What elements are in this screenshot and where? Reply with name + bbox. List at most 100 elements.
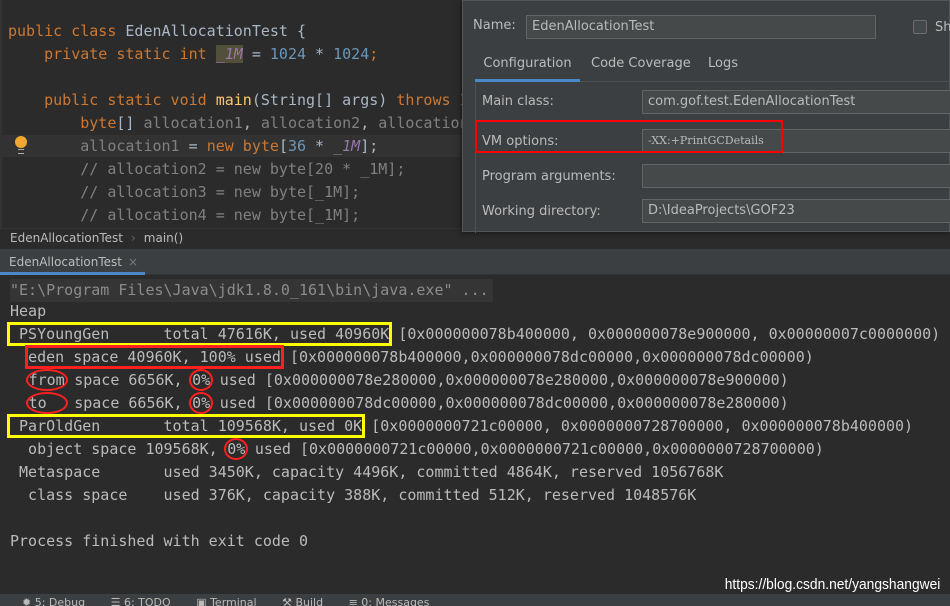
console-text: used [0x000000078dc00000,0x000000078dc00… bbox=[210, 394, 789, 412]
code-token: // allocation2 = new byte[20 * _1M]; bbox=[8, 160, 406, 178]
code-token: * bbox=[306, 45, 334, 63]
console-line: eden space 40960K, 100% used [0x00000007… bbox=[10, 345, 814, 369]
tab-code-coverage[interactable]: Code Coverage bbox=[591, 49, 691, 82]
console-line: ParOldGen total 109568K, used 0K [0x0000… bbox=[6, 414, 913, 438]
run-tab-label: EdenAllocationTest bbox=[9, 255, 122, 269]
code-line: // allocation4 = new byte[_1M]; bbox=[8, 204, 360, 227]
code-line: // allocation3 = new byte[_1M]; bbox=[8, 181, 360, 204]
gutter bbox=[0, 0, 2, 228]
red-highlight-circle: from bbox=[25, 369, 68, 391]
yellow-highlight-box: ParOldGen total 109568K, used 0K bbox=[6, 414, 366, 438]
console-line: Process finished with exit code 0 bbox=[10, 530, 308, 553]
run-tab[interactable]: EdenAllocationTest × bbox=[0, 249, 145, 275]
terminal-tool-button[interactable]: ▣ Terminal bbox=[196, 596, 256, 606]
code-line: private static int _1M = 1024 * 1024; bbox=[8, 43, 378, 66]
name-input[interactable]: EdenAllocationTest bbox=[526, 15, 876, 39]
console-text: space 6656K, bbox=[65, 394, 192, 412]
main-class-label: Main class: bbox=[482, 94, 554, 109]
console-line: Metaspace used 3450K, capacity 4496K, co… bbox=[10, 461, 723, 484]
red-highlight-circle: to bbox=[25, 392, 68, 414]
console-line: to space 6656K, 0% used [0x000000078dc00… bbox=[10, 392, 789, 415]
code-token: = bbox=[242, 45, 270, 63]
code-token: // allocation4 = new byte[_1M]; bbox=[8, 206, 361, 224]
debug-tool-button[interactable]: ✹ 5: Debug bbox=[22, 596, 85, 606]
code-token: allocation1 bbox=[8, 137, 180, 155]
code-token: [ bbox=[278, 137, 288, 155]
console-text: [0x000000078b400000, 0x000000078e900000,… bbox=[389, 325, 941, 343]
breadcrumb-class[interactable]: EdenAllocationTest bbox=[10, 231, 123, 245]
code-token: private static int bbox=[8, 45, 216, 63]
build-tool-button[interactable]: ⚒ Build bbox=[282, 596, 323, 606]
run-configuration-dialog: Name: EdenAllocationTest Sha Configurati… bbox=[462, 0, 950, 233]
red-highlight-circle: 0% bbox=[189, 369, 214, 391]
red-highlight-circle: 0% bbox=[189, 392, 214, 414]
code-token: new byte bbox=[206, 137, 279, 155]
code-token: throws I bbox=[396, 91, 469, 109]
code-line: byte[] allocation1, allocation2, allocat… bbox=[8, 112, 469, 135]
console-command-line: "E:\Program Files\Java\jdk1.8.0_161\bin\… bbox=[10, 279, 493, 302]
close-icon[interactable]: × bbox=[128, 255, 138, 269]
console-text: Metaspace used 3450K, capacity 4496K, co… bbox=[10, 463, 724, 481]
console-text: used [0x000000078e280000,0x000000078e280… bbox=[210, 371, 789, 389]
code-token: _1M bbox=[333, 137, 361, 155]
program-arguments-input[interactable] bbox=[642, 164, 950, 188]
share-checkbox[interactable] bbox=[913, 20, 927, 34]
vm-options-highlight-box bbox=[475, 120, 783, 153]
messages-tool-button[interactable]: ≡ 0: Messages bbox=[349, 596, 430, 606]
console-text: Process finished with exit code 0 bbox=[10, 532, 309, 550]
code-token: main bbox=[215, 91, 252, 109]
code-token: allocation1 bbox=[143, 114, 243, 132]
code-token: public class bbox=[8, 22, 126, 40]
code-token: ]; bbox=[360, 137, 379, 155]
code-token: , bbox=[242, 114, 261, 132]
code-token: (String[] args) bbox=[251, 91, 397, 109]
code-token: 1024 bbox=[269, 45, 307, 63]
console-line: Heap bbox=[10, 300, 46, 323]
code-token: 36 bbox=[287, 137, 307, 155]
console-line: PSYoungGen total 47616K, used 40960K [0x… bbox=[6, 322, 941, 346]
main-class-input[interactable]: com.gof.test.EdenAllocationTest bbox=[642, 90, 950, 114]
code-token: 1024 bbox=[333, 45, 370, 63]
bottom-toolbar: ✹ 5: Debug ☰ 6: TODO ▣ Terminal ⚒ Build … bbox=[0, 594, 950, 606]
console-line: class space used 376K, capacity 388K, co… bbox=[10, 484, 696, 507]
console-line: object space 109568K, 0% used [0x0000000… bbox=[10, 438, 824, 461]
code-token: allocation bbox=[378, 114, 469, 132]
working-directory-input[interactable]: D:\IdeaProjects\GOF23 bbox=[642, 199, 950, 223]
breadcrumb-method[interactable]: main() bbox=[144, 231, 183, 245]
console-line: from space 6656K, 0% used [0x000000078e2… bbox=[10, 369, 789, 392]
code-token: * bbox=[306, 137, 334, 155]
tab-configuration[interactable]: Configuration bbox=[475, 49, 580, 82]
todo-tool-button[interactable]: ☰ 6: TODO bbox=[111, 596, 171, 606]
tab-logs[interactable]: Logs bbox=[708, 49, 738, 82]
console-text: Heap bbox=[10, 302, 47, 320]
code-token: [] bbox=[116, 114, 144, 132]
console-output[interactable]: "E:\Program Files\Java\jdk1.8.0_161\bin\… bbox=[0, 276, 950, 590]
console-text: [0x000000078b400000,0x000000078dc00000,0… bbox=[280, 348, 814, 366]
yellow-highlight-box: PSYoungGen total 47616K, used 40960K bbox=[6, 322, 393, 346]
code-token: // allocation3 = new byte[_1M]; bbox=[8, 183, 361, 201]
red-highlight-box: eden space 40960K, 100% used bbox=[25, 345, 284, 369]
program-arguments-label: Program arguments: bbox=[482, 169, 616, 184]
name-label: Name: bbox=[473, 18, 516, 33]
code-line: allocation1 = new byte[36 * _1M]; bbox=[8, 135, 378, 158]
config-tabs: Configuration Code Coverage Logs bbox=[475, 49, 950, 82]
code-token: = bbox=[179, 137, 207, 155]
code-line: public class EdenAllocationTest { bbox=[8, 20, 306, 43]
console-text: object space 109568K, bbox=[10, 440, 227, 458]
share-label: Sha bbox=[935, 20, 950, 35]
run-tool-window-tabs: EdenAllocationTest × bbox=[0, 249, 950, 275]
code-line: public static void main(String[] args) t… bbox=[8, 89, 469, 112]
working-directory-label: Working directory: bbox=[482, 204, 601, 219]
watermark: https://blog.csdn.net/yangshangwei bbox=[724, 576, 940, 593]
chevron-right-icon: › bbox=[130, 231, 136, 245]
code-token: allocation2 bbox=[260, 114, 361, 132]
code-token: public static void bbox=[8, 91, 216, 109]
code-token: ; bbox=[369, 45, 379, 63]
console-text: used [0x0000000721c00000,0x0000000721c00… bbox=[245, 440, 824, 458]
code-token: byte bbox=[8, 114, 117, 132]
code-token: EdenAllocationTest { bbox=[125, 22, 307, 40]
console-text: class space used 376K, capacity 388K, co… bbox=[10, 486, 697, 504]
code-line: // allocation2 = new byte[20 * _1M]; bbox=[8, 158, 405, 181]
red-highlight-circle: 0% bbox=[224, 438, 249, 460]
